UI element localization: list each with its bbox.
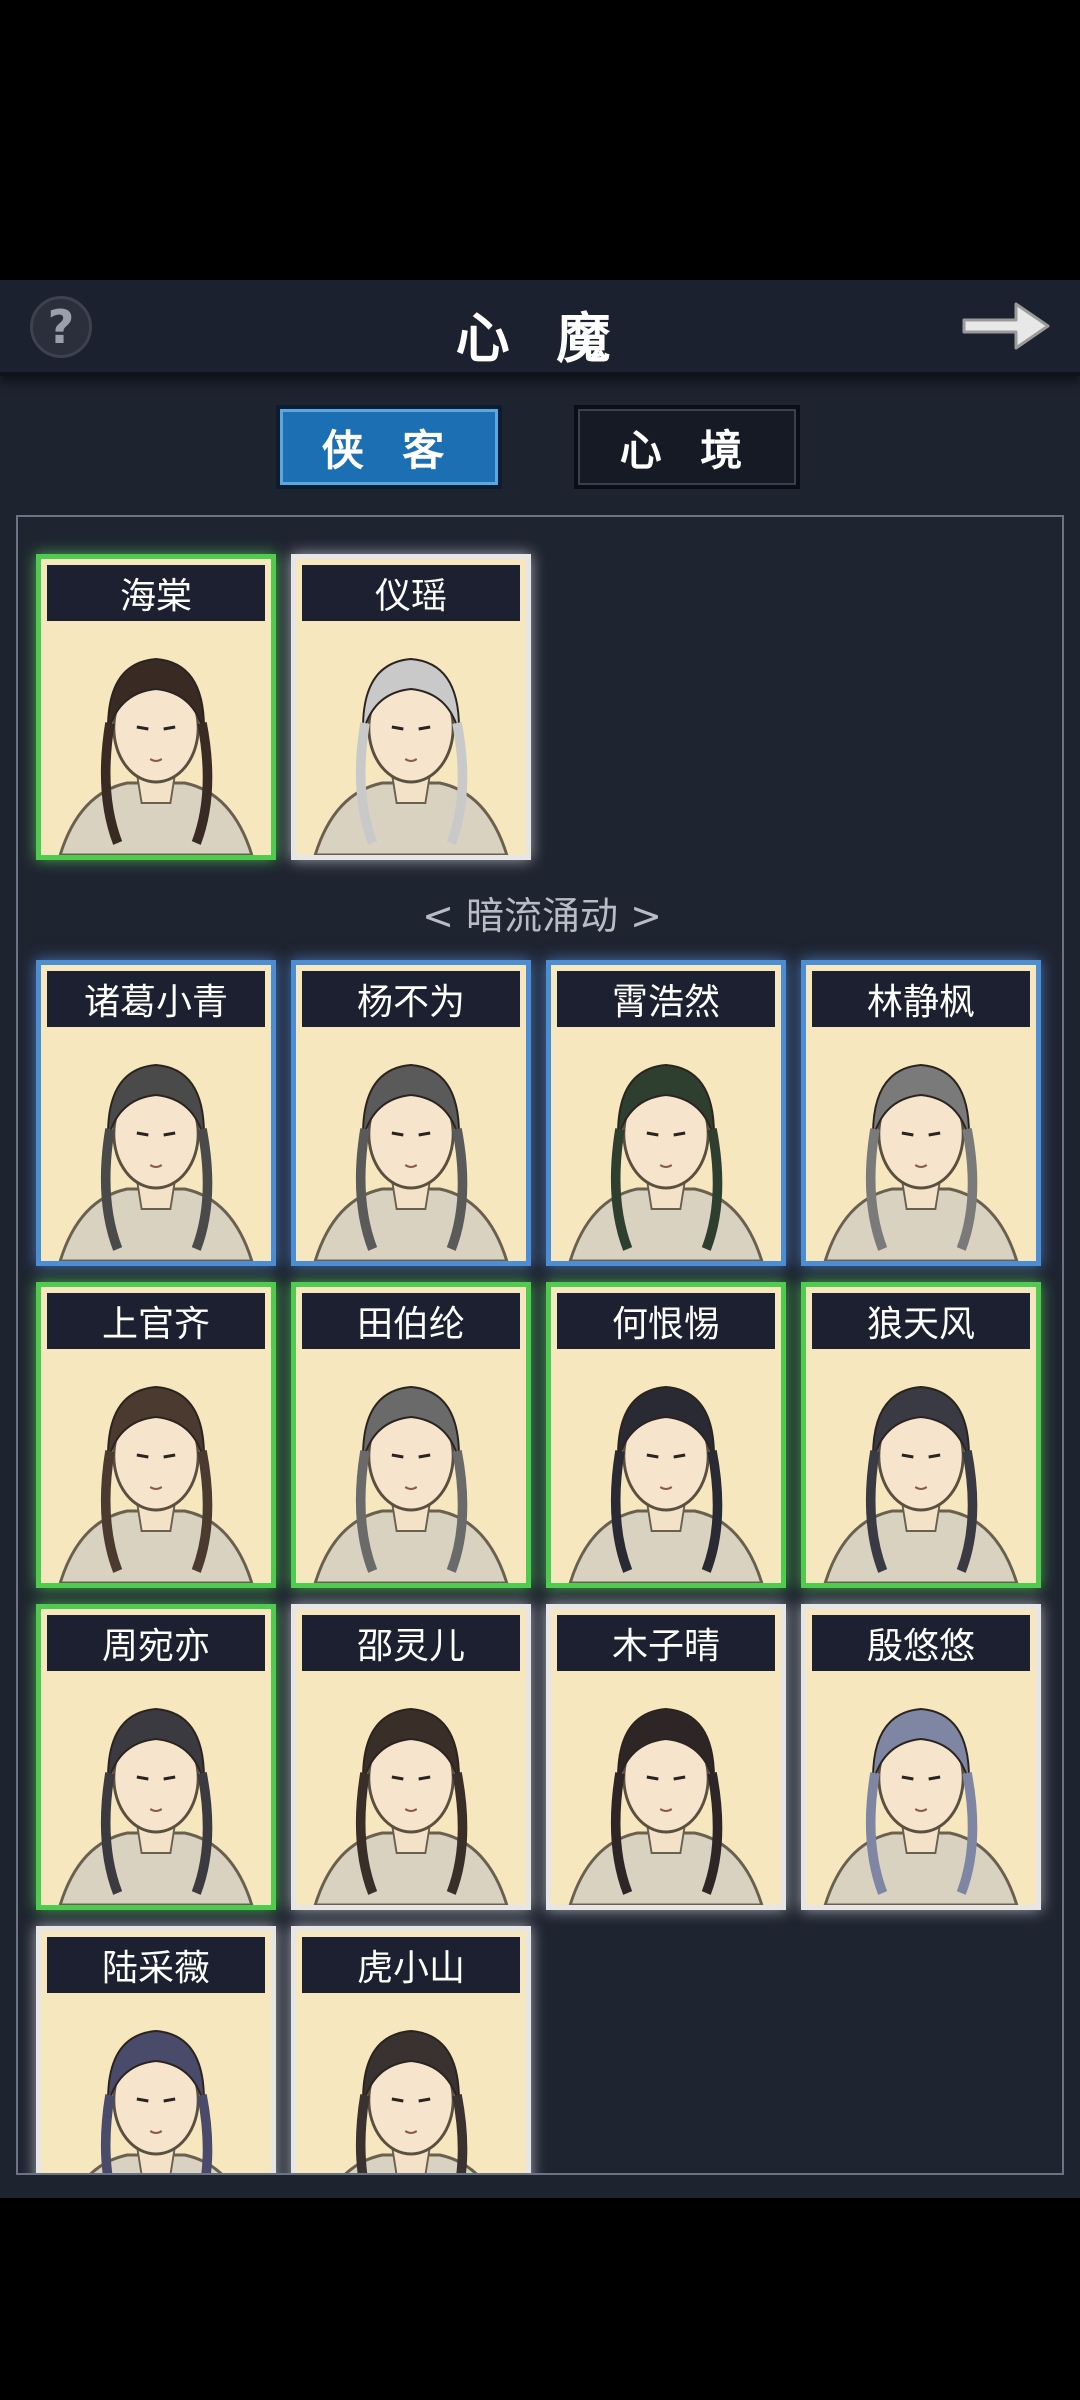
hero-card[interactable]: 狼天风 (801, 1282, 1041, 1588)
hero-portrait (296, 1995, 526, 2173)
hero-portrait (806, 1351, 1036, 1585)
hero-name: 木子晴 (557, 1615, 775, 1671)
hero-portrait (296, 1029, 526, 1263)
hero-portrait (296, 623, 526, 857)
hero-portrait (41, 1995, 271, 2173)
hero-card[interactable]: 海棠 (36, 554, 276, 860)
hero-name: 上官齐 (47, 1293, 265, 1349)
hero-card[interactable]: 殷悠悠 (801, 1604, 1041, 1910)
hero-portrait (41, 623, 271, 857)
hero-card[interactable]: 周宛亦 (36, 1604, 276, 1910)
hero-card[interactable]: 林静枫 (801, 960, 1041, 1266)
hero-name: 何恨惕 (557, 1293, 775, 1349)
hero-portrait (296, 1351, 526, 1585)
hero-name: 周宛亦 (47, 1615, 265, 1671)
hero-name: 虎小山 (302, 1937, 520, 1993)
hero-card[interactable]: 木子晴 (546, 1604, 786, 1910)
hero-card[interactable]: 邵灵儿 (291, 1604, 531, 1910)
hero-name: 仪瑶 (302, 565, 520, 621)
hero-card[interactable]: 陆采薇 (36, 1926, 276, 2173)
app-screen: ? 心 魔 侠 客 心 境 < 暗流涌动 > 海棠 仪瑶 诸葛小青 杨不为 霄浩… (0, 280, 1080, 2198)
hero-card[interactable]: 霄浩然 (546, 960, 786, 1266)
hero-portrait (551, 1673, 781, 1907)
section-label: < 暗流涌动 > (422, 894, 662, 938)
hero-portrait (806, 1029, 1036, 1263)
hero-card[interactable]: 上官齐 (36, 1282, 276, 1588)
hero-name: 陆采薇 (47, 1937, 265, 1993)
hero-name: 海棠 (47, 565, 265, 621)
hero-name: 林静枫 (812, 971, 1030, 1027)
hero-name: 狼天风 (812, 1293, 1030, 1349)
hero-name: 殷悠悠 (812, 1615, 1030, 1671)
hero-name: 霄浩然 (557, 971, 775, 1027)
hero-card[interactable]: 仪瑶 (291, 554, 531, 860)
header-bar: ? 心 魔 (0, 280, 1080, 376)
hero-card[interactable]: 杨不为 (291, 960, 531, 1266)
hero-name: 杨不为 (302, 971, 520, 1027)
hero-card[interactable]: 虎小山 (291, 1926, 531, 2173)
hero-portrait (551, 1351, 781, 1585)
hero-portrait (551, 1029, 781, 1263)
hero-card[interactable]: 诸葛小青 (36, 960, 276, 1266)
tab-heroes[interactable]: 侠 客 (276, 405, 502, 489)
hero-name: 诸葛小青 (47, 971, 265, 1027)
hero-portrait (41, 1351, 271, 1585)
tab-bar: 侠 客 心 境 (0, 405, 1080, 495)
hero-name: 邵灵儿 (302, 1615, 520, 1671)
hero-grid-panel: < 暗流涌动 > 海棠 仪瑶 诸葛小青 杨不为 霄浩然 林静枫 上官齐 田伯纶 … (16, 515, 1064, 2175)
hero-name: 田伯纶 (302, 1293, 520, 1349)
hero-portrait (806, 1673, 1036, 1907)
tab-mindset[interactable]: 心 境 (574, 405, 800, 489)
hero-card[interactable]: 田伯纶 (291, 1282, 531, 1588)
hero-portrait (41, 1029, 271, 1263)
hero-portrait (41, 1673, 271, 1907)
page-title: 心 魔 (455, 306, 625, 370)
hero-portrait (296, 1673, 526, 1907)
arrow-right-icon[interactable] (958, 294, 1054, 358)
hero-card[interactable]: 何恨惕 (546, 1282, 786, 1588)
